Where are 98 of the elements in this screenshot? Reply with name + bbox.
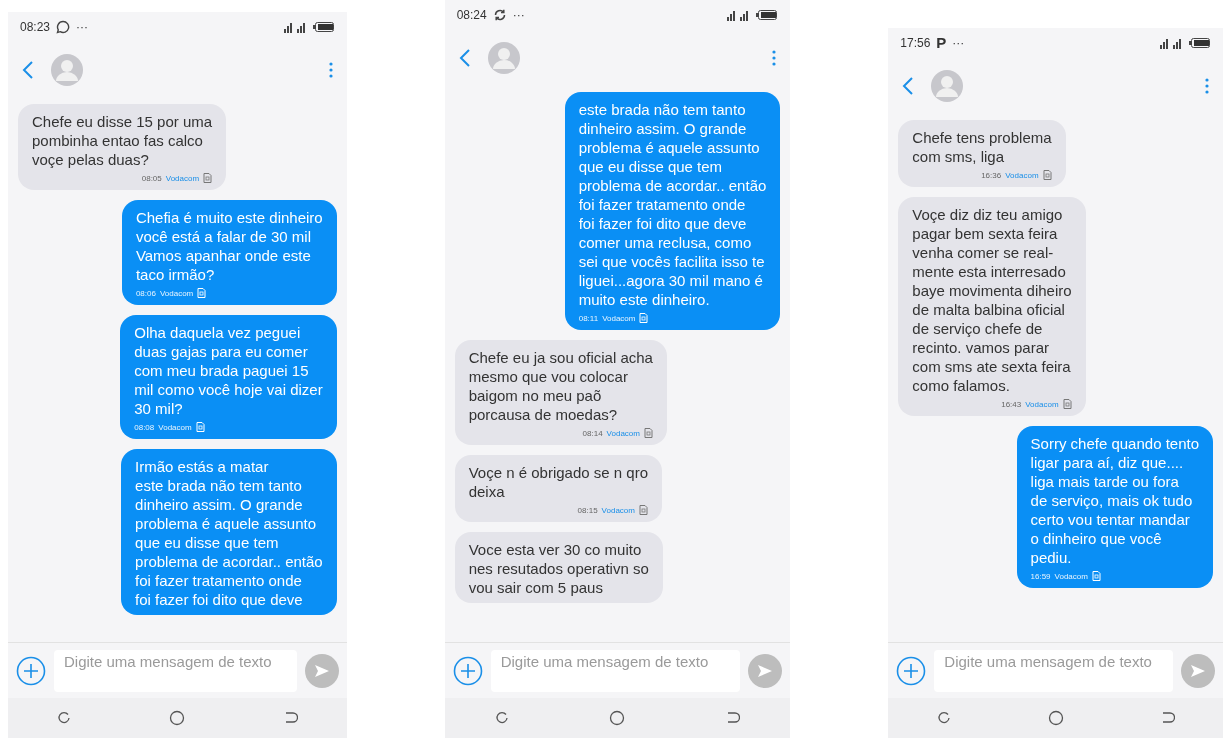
send-button[interactable] — [1181, 653, 1215, 688]
message-text: Chefe eu disse 15 por uma pombinha entao fas calco voçe pelas duas? — [32, 112, 213, 169]
message-input-field[interactable]: Digite uma mensagem de texto — [934, 649, 1173, 692]
carrier-name: Vodacom — [1005, 169, 1039, 182]
recent-apps-button[interactable] — [57, 711, 72, 725]
sim-card-icon — [1062, 399, 1072, 409]
sim-card-icon — [203, 173, 213, 183]
home-button[interactable] — [169, 710, 186, 726]
send-icon — [1190, 663, 1206, 678]
status-more: ··· — [512, 7, 525, 24]
message-time: 16:59 — [1030, 570, 1051, 583]
home-circle-icon — [609, 710, 626, 726]
sim-card-icon — [1091, 571, 1101, 581]
message-text: Chefia é muito este dinheiro você está a falar de 30 mil Vamos apanhar onde este taco irmão? — [135, 208, 323, 284]
menu-button[interactable] — [328, 62, 333, 78]
status-more: ··· — [76, 19, 89, 36]
message-time: 16:43 — [1001, 398, 1022, 411]
carrier-name: Vodacom — [601, 504, 635, 517]
back-nav-button[interactable] — [726, 712, 741, 724]
message-text: Voçe diz diz teu amigo pagar bem sexta feira venha comer se real- mente esta interresado baye movimenta diheiro de malta balbina oficial de serviço chefe de recinto. vamos parar com sms ate sexta feira como falamos. — [912, 205, 1072, 395]
battery-icon — [312, 21, 335, 33]
status-time: 08:23 — [20, 19, 51, 36]
sim-card-icon — [643, 428, 653, 438]
carrier-name: Vodacom — [165, 172, 200, 185]
back-icon — [458, 48, 471, 68]
sim-card-icon — [195, 422, 205, 432]
add-button[interactable] — [16, 655, 46, 686]
return-icon — [283, 712, 298, 724]
more-vertical-icon — [772, 50, 777, 66]
sim-card-icon — [197, 288, 207, 298]
message-text: Chefe tens problema com sms, liga — [912, 128, 1052, 166]
avatar-icon — [930, 69, 965, 103]
back-nav-button[interactable] — [283, 712, 298, 724]
message-text: Sorry chefe quando tento ligar para aí, diz que.... liga mais tarde ou fora de serviço, mais ok tudo certo vou tentar mandar o dinheiro que você pediu. — [1030, 434, 1199, 567]
sim-card-icon — [638, 505, 648, 515]
recents-icon — [936, 711, 951, 725]
plus-icon — [16, 655, 46, 686]
back-icon — [22, 60, 34, 80]
send-icon — [757, 663, 774, 678]
message-input-field[interactable]: Digite uma mensagem de texto — [490, 649, 741, 692]
message-time: 08:11 — [578, 312, 599, 325]
message-time: 08:05 — [141, 172, 162, 185]
message-text: Voce esta ver 30 co muito nes resutados operativn so vou sair com 5 paus — [468, 540, 649, 597]
home-circle-icon — [169, 710, 186, 726]
sim-card-icon — [639, 313, 649, 323]
message-time: 16:36 — [981, 169, 1002, 182]
send-icon — [313, 663, 330, 678]
back-button[interactable] — [458, 48, 471, 68]
recent-apps-button[interactable] — [494, 711, 509, 725]
message-text: Chefe eu ja sou oficial acha mesmo que vou colocar baigom no meu paõ porcausa de moedas? — [468, 348, 653, 424]
battery-icon — [756, 9, 779, 21]
message-time: 08:06 — [135, 287, 156, 300]
message-time: 08:08 — [134, 421, 155, 434]
return-icon — [1160, 712, 1175, 724]
recent-apps-button[interactable] — [936, 711, 951, 725]
chat-bubble-icon — [56, 20, 71, 34]
menu-button[interactable] — [772, 50, 777, 66]
carrier-name: Vodacom — [1054, 570, 1088, 583]
message-text: Olha daquela vez peguei duas gajas para eu comer com meu brada paguei 15 mil como você hoje vai dizer 30 mil? — [134, 323, 323, 418]
message-text: este brada não tem tanto dinheiro assim. O grande problema é aquele assunto que eu disse que tem problema de acordar.. então foi fazer tratamento onde foi fazer foi dito que deve comer uma reclusa, como sei que vocês facilita isso te liguei...agora 30 mil mano é muito este dinheiro. — [578, 100, 767, 309]
return-icon — [726, 712, 741, 724]
home-button[interactable] — [1047, 710, 1064, 726]
carrier-name: Vodacom — [606, 427, 640, 440]
back-button[interactable] — [22, 60, 34, 80]
menu-button[interactable] — [1205, 78, 1209, 94]
home-circle-icon — [1047, 710, 1064, 726]
send-button[interactable] — [304, 653, 339, 688]
notification-letter: P — [936, 32, 947, 53]
message-text: Irmão estás a matar este brada não tem tanto dinheiro assim. O grande problema é aquele assunto que eu disse que tem problema de acordar.. então foi fazer tratamento onde foi fazer foi dito que deve — [135, 457, 323, 609]
carrier-name: Vodacom — [158, 421, 192, 434]
status-time: 17:56 — [900, 35, 931, 52]
battery-icon — [1189, 37, 1211, 49]
send-button[interactable] — [748, 653, 783, 688]
carrier-name: Vodacom — [1025, 398, 1059, 411]
recents-icon — [494, 711, 509, 725]
avatar-icon — [50, 53, 84, 87]
avatar-icon — [486, 41, 521, 75]
add-button[interactable] — [896, 655, 927, 686]
sync-icon — [492, 8, 507, 22]
message-text: Voçe n é obrigado se n qro deixa — [468, 463, 648, 501]
message-input-field[interactable]: Digite uma mensagem de texto — [54, 649, 297, 692]
plus-icon — [452, 655, 483, 686]
sim-card-icon — [1042, 170, 1052, 180]
more-vertical-icon — [328, 62, 333, 78]
message-time: 08:15 — [577, 504, 598, 517]
plus-icon — [896, 655, 927, 686]
more-vertical-icon — [1205, 78, 1209, 94]
back-button[interactable] — [902, 76, 915, 96]
add-button[interactable] — [452, 655, 483, 686]
message-time: 08:14 — [582, 427, 603, 440]
back-icon — [902, 76, 915, 96]
home-button[interactable] — [609, 710, 626, 726]
carrier-name: Vodacom — [602, 312, 636, 325]
status-time: 08:24 — [456, 7, 487, 24]
status-more: ··· — [952, 35, 965, 52]
carrier-name: Vodacom — [159, 287, 194, 300]
back-nav-button[interactable] — [1160, 712, 1175, 724]
recents-icon — [57, 711, 72, 725]
